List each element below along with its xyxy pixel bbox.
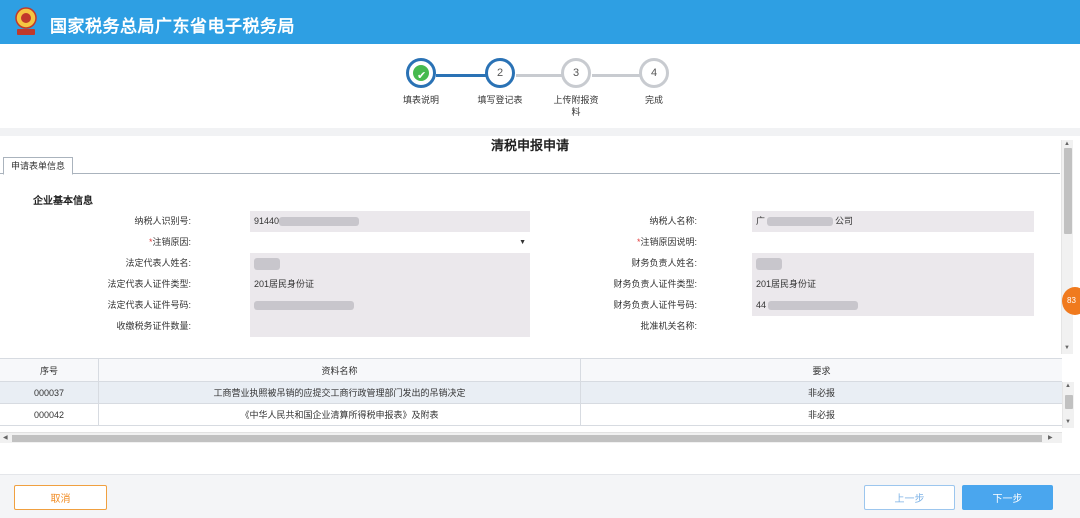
legal-rep-name-field bbox=[250, 253, 530, 274]
cell-requirement: 非必报 bbox=[580, 382, 1062, 403]
step-label: 填表说明 bbox=[402, 95, 439, 105]
form-row: 法定代表人证件类型: 201居民身份证 财务负责人证件类型: 201居民身份证 bbox=[31, 274, 1034, 295]
scroll-down-icon[interactable]: ▼ bbox=[1064, 345, 1070, 352]
cell-name: 《中华人民共和国企业清算所得税申报表》及附表 bbox=[98, 404, 580, 425]
chevron-down-icon: ▼ bbox=[519, 239, 526, 246]
step-fill-instructions[interactable]: ✔ 填表说明 bbox=[386, 58, 456, 106]
field-value: 公司 bbox=[835, 216, 854, 226]
field-label: 法定代表人姓名: bbox=[31, 253, 191, 274]
field-label: 财务负责人证件号码: bbox=[531, 295, 697, 316]
column-header: 序号 bbox=[39, 365, 58, 376]
section-title: 企业基本信息 bbox=[33, 196, 93, 207]
redacted-value bbox=[254, 301, 354, 311]
step-upload-materials[interactable]: 3 上传附报资料 bbox=[541, 58, 611, 118]
next-step-button[interactable]: 下一步 bbox=[962, 485, 1053, 510]
step-fill-form[interactable]: 2 填写登记表 bbox=[465, 58, 535, 106]
scrollbar-thumb[interactable] bbox=[1065, 395, 1073, 409]
step-label: 上传附报资料 bbox=[553, 95, 599, 117]
app-header: 国家税务总局广东省电子税务局 bbox=[0, 0, 1080, 44]
step-circle: ✔ bbox=[406, 58, 436, 88]
cell-seq: 000037 bbox=[33, 387, 65, 398]
action-footer: 取消 上一步 下一步 bbox=[0, 474, 1080, 518]
legal-rep-id-type-field: 201居民身份证 bbox=[250, 274, 530, 295]
column-header: 要求 bbox=[580, 359, 1062, 381]
field-label-text: 注销原因: bbox=[152, 237, 191, 247]
field-value: 44 bbox=[756, 300, 767, 310]
scroll-up-icon[interactable]: ▲ bbox=[1065, 383, 1071, 390]
tax-certificate-count-field bbox=[250, 316, 530, 337]
form-title: 清税申报申请 bbox=[490, 138, 569, 153]
legal-rep-id-number-field bbox=[250, 295, 530, 316]
field-value: 广 bbox=[756, 216, 766, 226]
finance-head-id-number-field: 44 bbox=[752, 295, 1034, 316]
table-horizontal-scrollbar[interactable]: ◀ ▶ bbox=[0, 432, 1062, 443]
field-label: 财务负责人证件类型: bbox=[531, 274, 697, 295]
scrollbar-thumb[interactable] bbox=[12, 435, 1042, 442]
field-label: 法定代表人证件类型: bbox=[31, 274, 191, 295]
attachments-table: 序号 资料名称 要求 000037 工商营业执照被吊销的应提交工商行政管理部门发… bbox=[0, 358, 1062, 428]
cancellation-reason-note-input[interactable] bbox=[752, 232, 1034, 253]
redacted-value bbox=[254, 257, 280, 270]
redacted-value bbox=[279, 217, 360, 227]
form-row: 法定代表人姓名: 财务负责人姓名: bbox=[31, 253, 1034, 274]
finance-head-name-field bbox=[752, 253, 1034, 274]
scroll-left-icon[interactable]: ◀ bbox=[3, 434, 8, 441]
cell-name: 工商营业执照被吊销的应提交工商行政管理部门发出的吊销决定 bbox=[98, 382, 580, 403]
table-scrollbar[interactable]: ▲ ▼ bbox=[1062, 382, 1074, 428]
field-label: *注销原因: bbox=[31, 232, 191, 253]
field-label: 纳税人名称: bbox=[531, 211, 697, 232]
cell-requirement: 非必报 bbox=[580, 404, 1062, 425]
app-title: 国家税务总局广东省电子税务局 bbox=[50, 17, 295, 36]
check-icon: ✔ bbox=[417, 70, 427, 82]
finance-head-id-type-field: 201居民身份证 bbox=[752, 274, 1034, 295]
field-label-text: 注销原因说明: bbox=[640, 237, 697, 247]
tab-application-info[interactable]: 申请表单信息 bbox=[3, 157, 74, 175]
form-row: 纳税人识别号: 91440 纳税人名称: 广 公司 bbox=[31, 211, 1034, 232]
tax-emblem-icon bbox=[15, 7, 37, 35]
progress-stepper: ✔ 填表说明 2 填写登记表 3 上传附报资料 4 完成 bbox=[0, 44, 1080, 128]
cancellation-reason-select[interactable]: ▼ bbox=[250, 232, 530, 253]
scrollbar-thumb[interactable] bbox=[1064, 148, 1072, 234]
form-scrollbar[interactable]: ▲ ▼ bbox=[1061, 140, 1073, 354]
redacted-value bbox=[768, 301, 859, 311]
scroll-up-icon[interactable]: ▲ bbox=[1064, 141, 1070, 148]
field-label: 财务负责人姓名: bbox=[531, 253, 697, 274]
step-circle: 3 bbox=[561, 58, 591, 88]
taxpayer-id-field: 91440 bbox=[250, 211, 530, 232]
form-row: *注销原因: ▼ *注销原因说明: bbox=[31, 232, 1034, 253]
scroll-right-icon[interactable]: ▶ bbox=[1048, 434, 1053, 441]
step-complete[interactable]: 4 完成 bbox=[619, 58, 689, 106]
form-row: 收缴税务证件数量: 批准机关名称: bbox=[31, 316, 1034, 337]
field-label: 纳税人识别号: bbox=[31, 211, 191, 232]
form-panel: 清税申报申请 申请表单信息 企业基本信息 纳税人识别号: 91440 纳税人名称… bbox=[0, 136, 1073, 354]
redacted-value bbox=[767, 217, 834, 227]
previous-step-button[interactable]: 上一步 bbox=[864, 485, 955, 510]
field-value: 91440 bbox=[254, 216, 280, 226]
field-label: 法定代表人证件号码: bbox=[31, 295, 191, 316]
field-label: 收缴税务证件数量: bbox=[31, 316, 191, 337]
step-label: 完成 bbox=[644, 95, 663, 105]
field-label: *注销原因说明: bbox=[531, 232, 697, 253]
form-row: 法定代表人证件号码: 财务负责人证件号码: 44 bbox=[31, 295, 1034, 316]
tab-bar: 申请表单信息 bbox=[0, 156, 1060, 175]
column-header: 资料名称 bbox=[98, 359, 580, 381]
cancel-button[interactable]: 取消 bbox=[14, 485, 107, 510]
table-header: 序号 资料名称 要求 bbox=[0, 358, 1062, 382]
redacted-value bbox=[756, 257, 782, 270]
approval-authority-field bbox=[752, 316, 1034, 337]
step-label: 填写登记表 bbox=[477, 95, 523, 105]
step-circle: 2 bbox=[485, 58, 515, 88]
table-row[interactable]: 000037 工商营业执照被吊销的应提交工商行政管理部门发出的吊销决定 非必报 bbox=[0, 382, 1062, 404]
cell-seq: 000042 bbox=[33, 409, 65, 420]
table-row[interactable]: 000042 《中华人民共和国企业清算所得税申报表》及附表 非必报 bbox=[0, 404, 1062, 426]
step-circle: 4 bbox=[639, 58, 669, 88]
taxpayer-name-field: 广 公司 bbox=[752, 211, 1034, 232]
content-divider bbox=[0, 128, 1080, 136]
scroll-down-icon[interactable]: ▼ bbox=[1065, 419, 1071, 426]
field-label: 批准机关名称: bbox=[531, 316, 697, 337]
